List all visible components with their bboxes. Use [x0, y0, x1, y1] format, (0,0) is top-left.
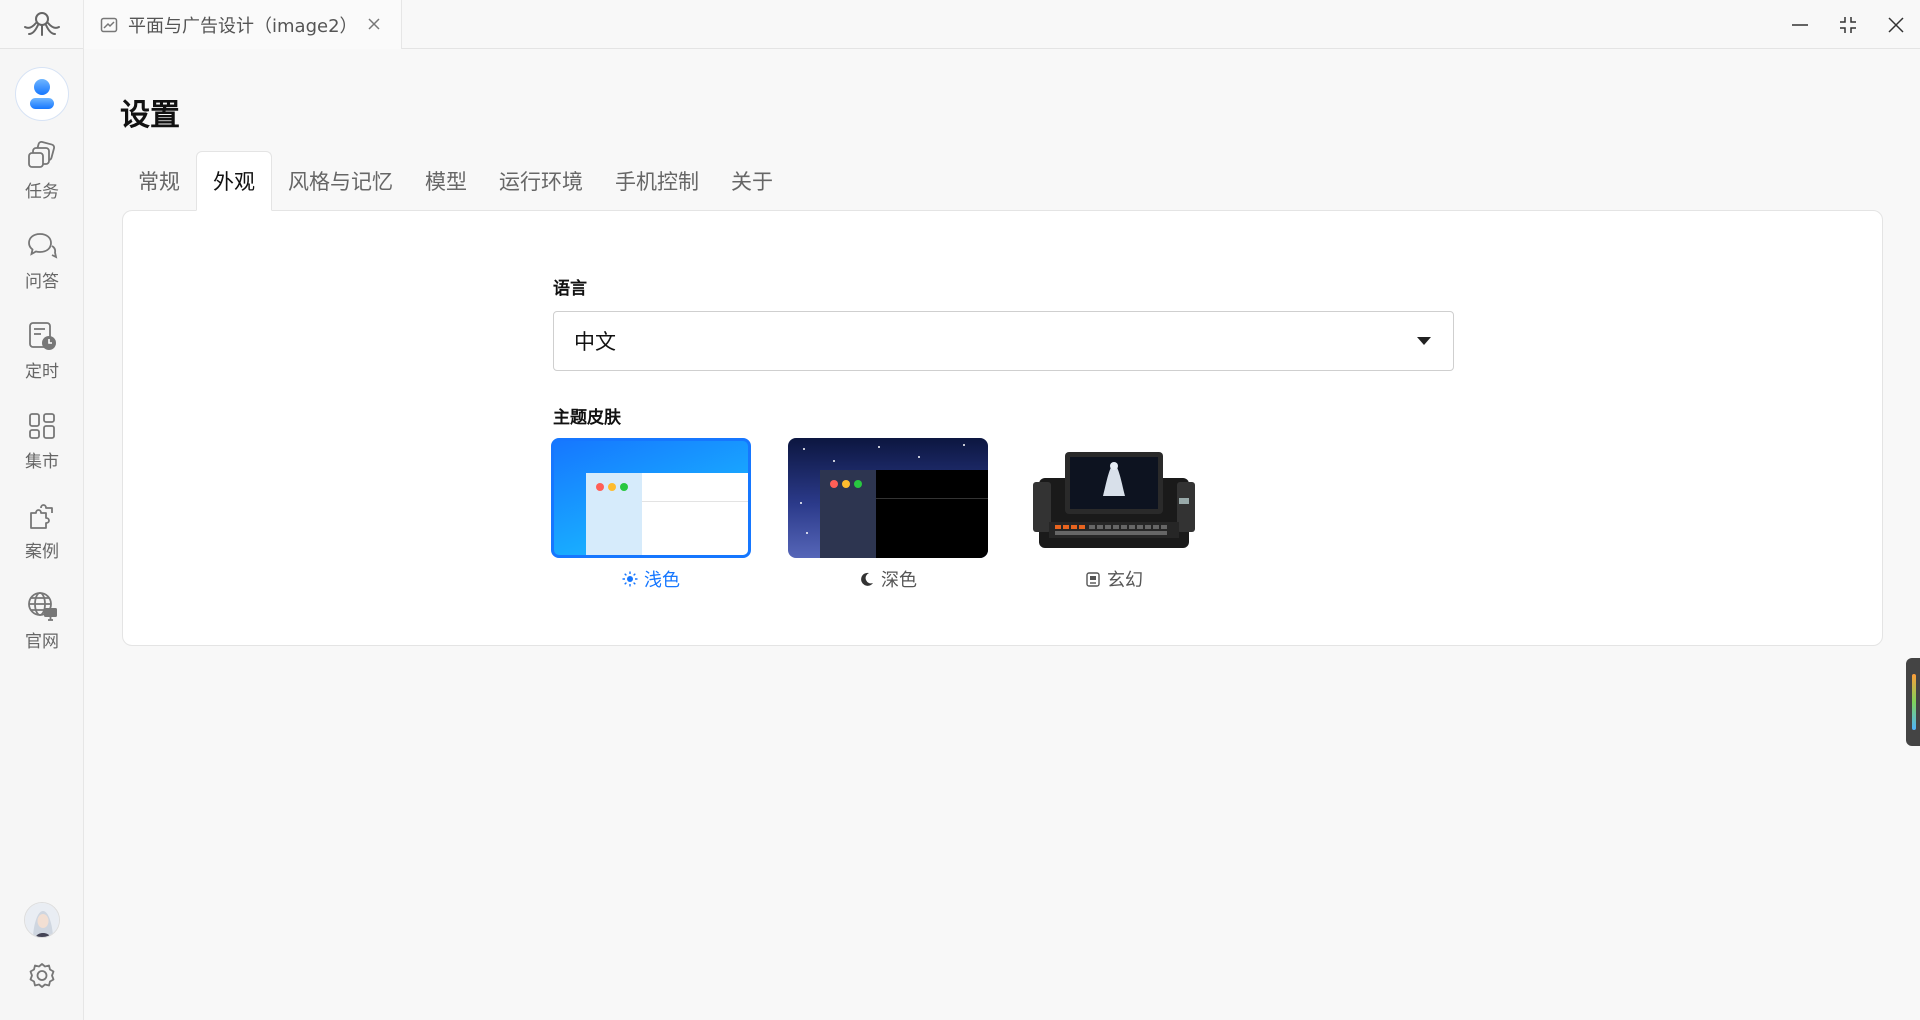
globe-icon: [28, 592, 57, 621]
sidebar-item-website[interactable]: 官网: [0, 589, 84, 669]
tab-phone-control[interactable]: 手机控制: [599, 151, 715, 211]
sidebar-item-label: 问答: [25, 272, 59, 292]
profile-avatar[interactable]: [24, 902, 60, 938]
gear-icon: [29, 963, 55, 988]
sidebar-item-label: 案例: [25, 542, 59, 562]
settings-tabs: 常规 外观 风格与记忆 模型 运行环境 手机控制 关于: [122, 151, 789, 211]
title-bar: 平面与广告设计（image2）: [0, 0, 1920, 49]
theme-label: 主题皮肤: [553, 408, 621, 428]
theme-fantasy-label: 玄幻: [1107, 570, 1143, 591]
theme-option-fantasy[interactable]: 玄幻: [1029, 438, 1199, 592]
theme-dark-preview: [788, 438, 988, 558]
close-icon[interactable]: [363, 13, 385, 35]
scheduled-clock-icon: [29, 322, 56, 350]
language-label: 语言: [553, 279, 587, 299]
close-icon: [1888, 16, 1904, 33]
theme-light-label: 浅色: [644, 570, 680, 591]
sidebar-item-tasks[interactable]: 任务: [0, 139, 84, 219]
theme-dark-label: 深色: [881, 570, 917, 591]
window-controls: [1776, 0, 1920, 49]
page-title: 设置: [120, 98, 180, 133]
minimize-button[interactable]: [1776, 0, 1824, 49]
side-drawer-handle[interactable]: [1906, 658, 1920, 746]
language-value: 中文: [574, 330, 616, 354]
theme-light-preview: [551, 438, 751, 558]
sun-icon: [622, 571, 638, 587]
puzzle-icon: [30, 504, 53, 529]
minimize-icon: [1792, 23, 1808, 26]
sidebar-item-schedule[interactable]: 定时: [0, 319, 84, 399]
sidebar-item-label: 集市: [25, 452, 59, 472]
octopus-logo-icon[interactable]: [0, 0, 84, 49]
restore-button[interactable]: [1824, 0, 1872, 49]
appearance-panel: 语言 中文 主题皮肤 浅色 深色 玄幻: [122, 210, 1883, 646]
user-avatar[interactable]: [15, 67, 69, 121]
theme-option-light[interactable]: 浅色: [551, 438, 751, 592]
tab-general[interactable]: 常规: [122, 151, 196, 211]
tab-appearance[interactable]: 外观: [196, 151, 272, 211]
tab-project[interactable]: 平面与广告设计（image2）: [84, 0, 402, 49]
robot-icon: [1086, 572, 1100, 587]
sidebar-item-label: 官网: [25, 632, 59, 652]
moon-icon: [861, 572, 873, 586]
tab-runtime[interactable]: 运行环境: [483, 151, 599, 211]
image-icon: [100, 17, 118, 32]
theme-option-dark[interactable]: 深色: [788, 438, 988, 592]
sidebar-item-cases[interactable]: 案例: [0, 499, 84, 579]
sidebar-item-label: 任务: [25, 182, 59, 202]
tab-model[interactable]: 模型: [409, 151, 483, 211]
restore-icon: [1840, 16, 1856, 33]
market-grid-icon: [29, 413, 55, 439]
tab-title: 平面与广告设计（image2）: [128, 15, 358, 37]
sidebar-item-market[interactable]: 集市: [0, 409, 84, 489]
theme-fantasy-preview: [1029, 438, 1199, 558]
sidebar-item-qa[interactable]: 问答: [0, 229, 84, 309]
sidebar: 任务 问答 定时 集市 案例 官网: [0, 49, 84, 1020]
task-stack-icon: [28, 140, 56, 168]
tab-style-memory[interactable]: 风格与记忆: [272, 151, 409, 211]
language-select[interactable]: 中文: [553, 311, 1454, 371]
user-icon: [30, 79, 54, 109]
close-window-button[interactable]: [1872, 0, 1920, 49]
sidebar-item-label: 定时: [25, 362, 59, 382]
level-indicator-icon: [1912, 674, 1916, 730]
chat-bubble-icon: [28, 233, 58, 259]
settings-button[interactable]: [27, 961, 57, 991]
caret-down-icon: [1417, 337, 1431, 345]
tab-about[interactable]: 关于: [715, 151, 789, 211]
